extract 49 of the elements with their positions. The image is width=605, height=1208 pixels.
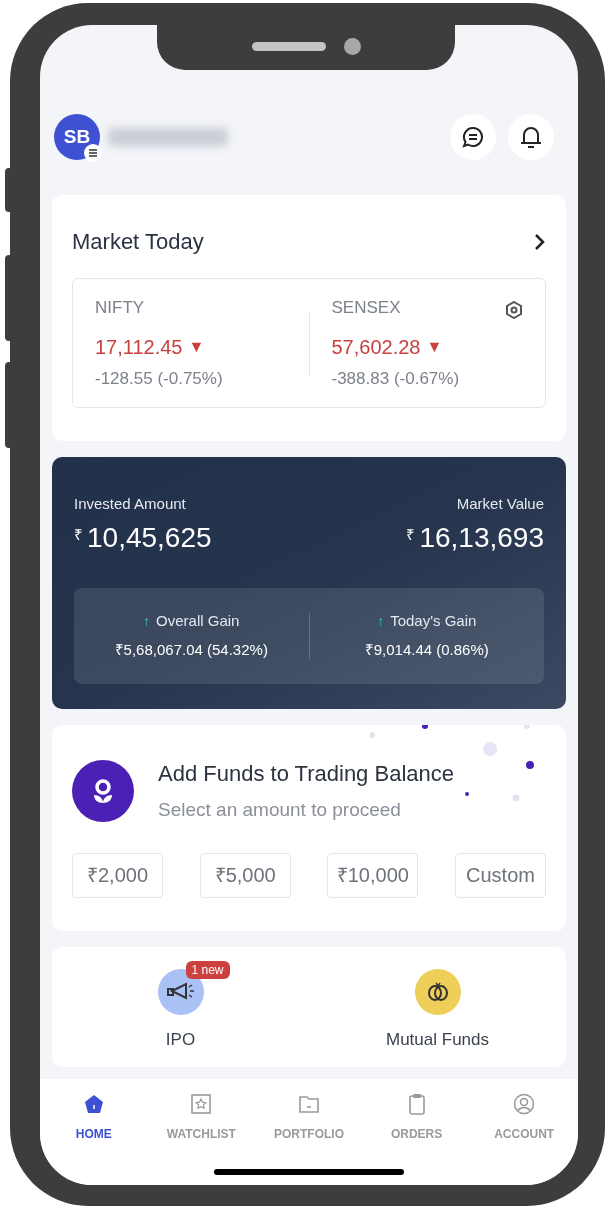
trend-arrow: ↑	[377, 611, 385, 631]
nav-tab[interactable]: HOME	[40, 1093, 148, 1143]
amount-button[interactable]: Custom	[454, 852, 546, 898]
trend-arrow: ↑	[143, 611, 151, 631]
gain-value: ₹5,68,067.04 (54.32%)	[114, 639, 268, 660]
gain-label: Today's Gain	[390, 611, 477, 631]
menu-icon[interactable]	[84, 144, 102, 162]
invested-value: 10,45,625	[87, 521, 212, 554]
camera-lens	[343, 37, 361, 55]
card-subtitle: Select an amount to proceed	[158, 798, 402, 822]
chevron-right-icon[interactable]	[534, 232, 546, 251]
currency-symbol: ₹	[74, 524, 83, 545]
invested-label: Invested Amount	[74, 494, 187, 514]
shortcut-button[interactable]: 1 new IPO	[52, 947, 309, 1067]
user-icon	[513, 1093, 536, 1115]
card-title: Add Funds to Trading Balance	[158, 760, 454, 788]
nav-tab[interactable]: ACCOUNT	[470, 1093, 578, 1143]
folder-icon	[298, 1093, 320, 1115]
index-change: -388.83 (-0.67%)	[331, 368, 461, 390]
notification-button[interactable]	[508, 114, 554, 160]
amount-button[interactable]: ₹5,000	[199, 852, 291, 898]
index-value: 57,602.28	[331, 335, 421, 360]
shortcut-button[interactable]: Mutual Funds	[309, 947, 566, 1067]
trend-arrow: ▼	[426, 337, 443, 357]
bell-icon	[520, 125, 542, 149]
index-value: 17,112.45	[95, 335, 183, 360]
avatar[interactable]: SB	[54, 114, 100, 160]
currency-symbol: ₹	[406, 524, 416, 545]
index-change: -128.55 (-0.75%)	[95, 368, 224, 390]
amount-button[interactable]: ₹2,000	[72, 852, 163, 898]
home-icon	[82, 1093, 105, 1115]
chat-button[interactable]	[450, 114, 496, 160]
coin-jar-icon	[414, 969, 461, 1015]
market-value: 16,13,693	[419, 521, 544, 554]
nav-tab[interactable]: PORTFOLIO	[255, 1093, 363, 1143]
index-name: NIFTY	[95, 296, 145, 319]
chat-icon	[462, 126, 484, 148]
gain-label: Overall Gain	[156, 611, 240, 631]
index-name: SENSEX	[331, 296, 401, 319]
nav-tab[interactable]: ORDERS	[362, 1093, 471, 1143]
amount-button[interactable]: ₹10,000	[327, 852, 419, 898]
trend-arrow: ▼	[188, 337, 205, 357]
gain-value: ₹9,014.44 (0.86%)	[364, 639, 489, 660]
market-value-label: Market Value	[456, 494, 544, 514]
flower-icon	[72, 759, 134, 822]
new-badge: 1 new	[185, 961, 230, 979]
nav-tab[interactable]: WATCHLIST	[147, 1093, 256, 1143]
settings-icon[interactable]	[505, 301, 523, 319]
card-title: Market Today	[72, 228, 204, 256]
